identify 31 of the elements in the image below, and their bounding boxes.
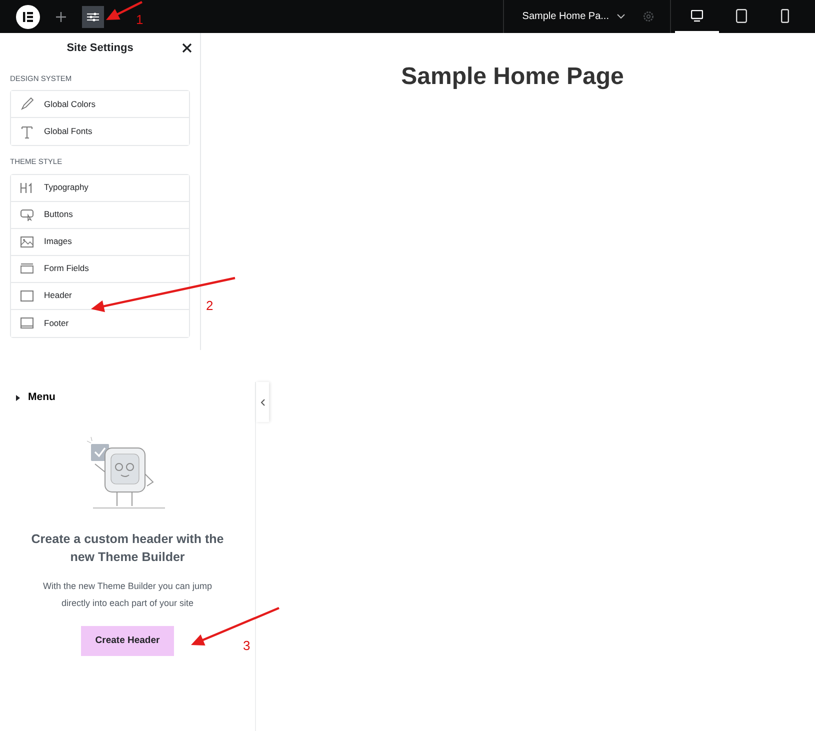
cta-heading: Create a custom header with the new Theme Builder (30, 530, 225, 566)
image-icon (20, 234, 34, 248)
page-title: Sample Home Page (401, 63, 624, 92)
caret-icon (16, 394, 20, 401)
mobile-icon (781, 8, 789, 22)
settings-item[interactable]: Global Colors (11, 91, 189, 118)
annotation-number: 2 (206, 297, 214, 315)
annotation-number: 3 (243, 637, 250, 655)
square-icon (20, 288, 34, 302)
heading-icon (20, 180, 34, 194)
desktop-icon (691, 10, 703, 22)
page-selector[interactable]: Sample Home Pa... (512, 9, 627, 24)
annotation-number: 1 (136, 11, 144, 29)
panel-title: Site Settings (66, 40, 134, 56)
menu-toggle[interactable]: Menu (16, 390, 56, 406)
settings-button[interactable] (82, 6, 104, 28)
settings-item[interactable]: Typography (11, 174, 189, 202)
chevron-left-icon (260, 398, 264, 406)
cursor-icon (20, 208, 34, 222)
create-header-button[interactable]: Create Header (81, 626, 174, 656)
add-icon[interactable] (56, 12, 66, 22)
close-icon[interactable] (182, 43, 192, 53)
sliders-icon (87, 12, 99, 22)
tablet-icon (736, 8, 746, 22)
layout-icon (20, 316, 34, 330)
window-icon (20, 262, 34, 276)
logo-icon[interactable] (16, 4, 40, 28)
cta-description: With the new Theme Builder you can jump directly into each part of your site (42, 580, 213, 610)
brush-icon (20, 97, 34, 112)
text-icon (20, 124, 34, 139)
chevron-down-icon (617, 14, 625, 19)
